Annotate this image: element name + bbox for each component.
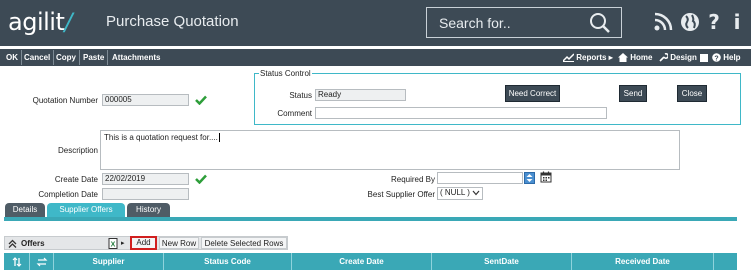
excel-export-icon[interactable]: X (108, 238, 118, 249)
best-supplier-value: ( NULL ) (440, 188, 470, 197)
completion-date-field[interactable] (102, 188, 189, 200)
search-placeholder: Search for.. (439, 15, 511, 31)
text-cursor (218, 133, 220, 142)
svg-text:X: X (111, 242, 116, 249)
design-label: Design (670, 53, 697, 62)
svg-text:?: ? (714, 56, 718, 63)
help-circle-icon: ? (712, 53, 721, 63)
page-title: Purchase Quotation (106, 13, 239, 30)
column-header-supplier[interactable]: Supplier (54, 253, 164, 270)
cancel-button[interactable]: Cancel (21, 50, 55, 65)
help-button[interactable]: ? Help (712, 50, 741, 65)
toolbar: OK Cancel Copy Paste Attachments Reports… (0, 49, 751, 66)
status-label: Status (289, 91, 312, 100)
svg-text:?: ? (708, 11, 720, 33)
refresh-column-header[interactable] (30, 253, 54, 270)
required-by-label: Required By (390, 175, 435, 184)
sort-arrows-icon (12, 257, 21, 267)
globe-icon[interactable] (679, 11, 701, 33)
home-label: Home (630, 53, 653, 62)
design-button[interactable]: Design (659, 50, 709, 65)
create-date-label: Create Date (54, 175, 98, 184)
search-input[interactable]: Search for.. (426, 7, 622, 38)
completion-date-label: Completion Date (38, 190, 98, 199)
offers-title: Offers (21, 239, 45, 248)
calendar-icon[interactable] (540, 171, 552, 183)
delete-selected-rows-button[interactable]: Delete Selected Rows (201, 237, 287, 249)
need-correct-button[interactable]: Need Correct (505, 85, 560, 102)
logo-slash: / (64, 8, 72, 36)
status-control-legend: Status Control (259, 69, 312, 78)
home-icon (618, 53, 628, 63)
description-text: This is a quotation request for.... (104, 133, 218, 142)
column-header-filler (714, 253, 737, 270)
best-supplier-label: Best Supplier Offer (367, 190, 435, 199)
status-field: Ready (315, 89, 406, 101)
logo-text: agilit (8, 8, 65, 36)
column-header-sentdate[interactable]: SentDate (432, 253, 572, 270)
check-icon (195, 174, 207, 184)
create-date-field[interactable]: 22/02/2019 (102, 173, 189, 185)
caret-right-icon[interactable]: ▸ (121, 239, 125, 247)
info-icon[interactable]: i (726, 11, 748, 33)
comment-label: Comment (277, 109, 312, 118)
quotation-number-label: Quotation Number (32, 96, 98, 105)
required-by-spinner[interactable] (524, 172, 535, 184)
sort-column-header[interactable] (4, 253, 30, 270)
comment-field[interactable] (315, 107, 607, 119)
check-icon (195, 95, 207, 105)
tab-history[interactable]: History (127, 203, 170, 217)
description-label: Description (57, 146, 98, 155)
tab-supplier-offers[interactable]: Supplier Offers (47, 203, 125, 217)
chart-icon (562, 53, 575, 63)
offers-grid-header: Supplier Status Code Create Date SentDat… (4, 253, 737, 270)
app-logo[interactable]: agilit/ (8, 8, 72, 36)
search-icon[interactable] (589, 12, 611, 34)
new-row-button[interactable]: New Row (159, 237, 199, 249)
column-header-received-date[interactable]: Received Date (572, 253, 714, 270)
close-button[interactable]: Close (677, 85, 707, 102)
home-button[interactable]: Home (618, 50, 652, 65)
attachments-button[interactable]: Attachments (109, 50, 163, 65)
rss-icon[interactable] (652, 11, 674, 33)
wrench-icon (659, 53, 669, 62)
best-supplier-select[interactable]: ( NULL ) (437, 187, 483, 200)
column-header-create-date[interactable]: Create Date (292, 253, 432, 270)
description-textarea[interactable]: This is a quotation request for.... (100, 130, 680, 170)
help-question-icon[interactable]: ? (703, 11, 725, 33)
ok-button[interactable]: OK (3, 50, 22, 65)
svg-text:i: i (734, 11, 741, 33)
tab-underline (4, 217, 737, 221)
chevron-down-icon (472, 190, 480, 196)
help-label: Help (723, 53, 741, 62)
reports-label: Reports (576, 53, 607, 62)
design-checkbox[interactable] (700, 53, 709, 62)
quotation-number-field[interactable]: 000005 (102, 94, 189, 106)
copy-button[interactable]: Copy (53, 50, 80, 65)
caret-right-icon: ▸ (608, 53, 613, 62)
app-header: agilit/ Purchase Quotation Search for.. … (0, 0, 751, 46)
tab-details[interactable]: Details (5, 203, 45, 217)
add-button[interactable]: Add (130, 236, 157, 250)
paste-button[interactable]: Paste (80, 50, 109, 65)
column-header-status-code[interactable]: Status Code (164, 253, 292, 270)
required-by-field[interactable] (437, 172, 523, 184)
collapse-up-icon[interactable] (8, 239, 17, 248)
swap-icon (36, 257, 47, 267)
reports-menu[interactable]: Reports ▸ (562, 50, 613, 65)
send-button[interactable]: Send (619, 85, 647, 102)
spinner-arrows-icon (526, 174, 533, 182)
